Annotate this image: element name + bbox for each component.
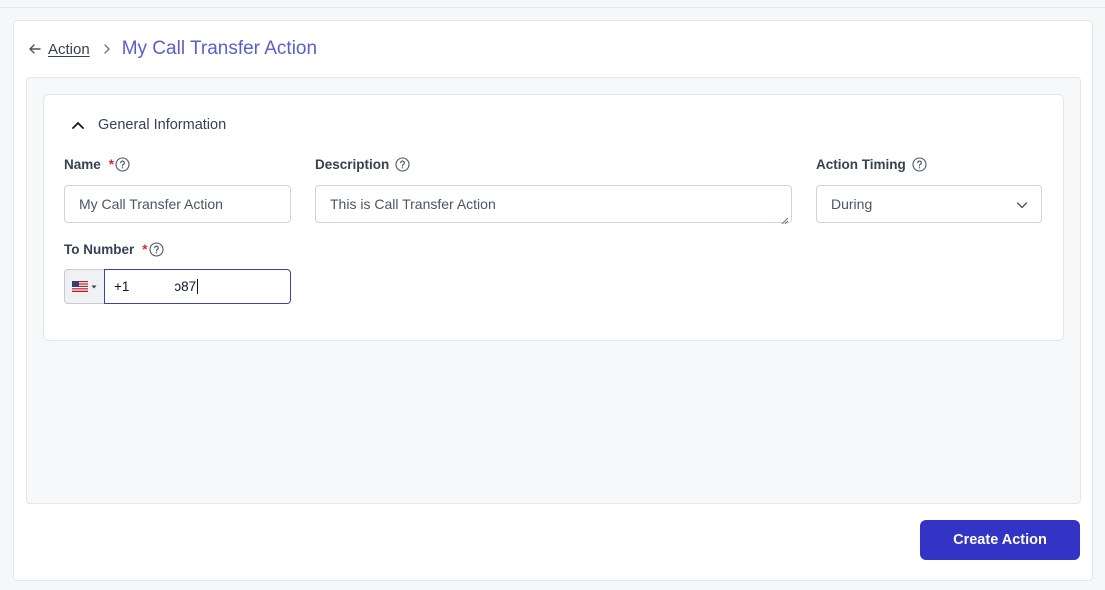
section-title: General Information: [98, 117, 227, 133]
help-icon[interactable]: [395, 157, 410, 172]
top-divider: [0, 0, 1105, 8]
resize-handle-icon[interactable]: [781, 212, 789, 225]
required-mark: *: [142, 242, 148, 257]
breadcrumb-parent-link[interactable]: Action: [48, 41, 90, 58]
action-timing-label-text: Action Timing: [816, 157, 906, 172]
action-timing-label: Action Timing: [816, 157, 927, 172]
caret-down-icon: [91, 284, 97, 290]
action-timing-value: During: [831, 196, 873, 212]
description-textarea[interactable]: This is Call Transfer Action: [315, 185, 792, 225]
text-cursor: [197, 279, 199, 294]
description-label-text: Description: [315, 157, 390, 172]
phone-field: +1 ɔ87: [64, 269, 291, 304]
us-flag-icon: [72, 281, 88, 292]
help-icon[interactable]: [115, 157, 130, 172]
back-arrow-icon[interactable]: [28, 42, 42, 56]
page-title: My Call Transfer Action: [121, 38, 318, 59]
required-mark: *: [108, 157, 115, 172]
chevron-right-icon: [101, 43, 113, 55]
chevron-down-icon: [1015, 198, 1029, 212]
action-timing-select[interactable]: During: [816, 185, 1042, 223]
chevron-up-icon: [70, 117, 86, 133]
create-action-button[interactable]: Create Action: [920, 520, 1080, 560]
name-label: Name *: [64, 157, 130, 172]
action-card: Action My Call Transfer Action General I…: [13, 20, 1093, 581]
description-value: This is Call Transfer Action: [330, 196, 496, 212]
section-toggle[interactable]: General Information: [70, 117, 226, 133]
name-input-value: My Call Transfer Action: [79, 196, 223, 212]
to-number-input[interactable]: +1 ɔ87: [104, 269, 291, 304]
to-number-label-text: To Number: [64, 242, 135, 257]
form-panel: General Information Name * My Call Trans…: [26, 77, 1081, 504]
help-icon[interactable]: [148, 242, 164, 257]
name-input[interactable]: My Call Transfer Action: [64, 185, 291, 223]
to-number-label: To Number *: [64, 242, 164, 257]
breadcrumb: Action My Call Transfer Action: [28, 38, 317, 60]
description-label: Description: [315, 157, 410, 172]
name-label-text: Name: [64, 157, 101, 172]
to-number-value: +1 ɔ87: [114, 279, 197, 294]
country-code-dropdown[interactable]: [64, 269, 104, 304]
help-icon[interactable]: [912, 157, 927, 172]
general-information-section: General Information Name * My Call Trans…: [43, 94, 1064, 341]
